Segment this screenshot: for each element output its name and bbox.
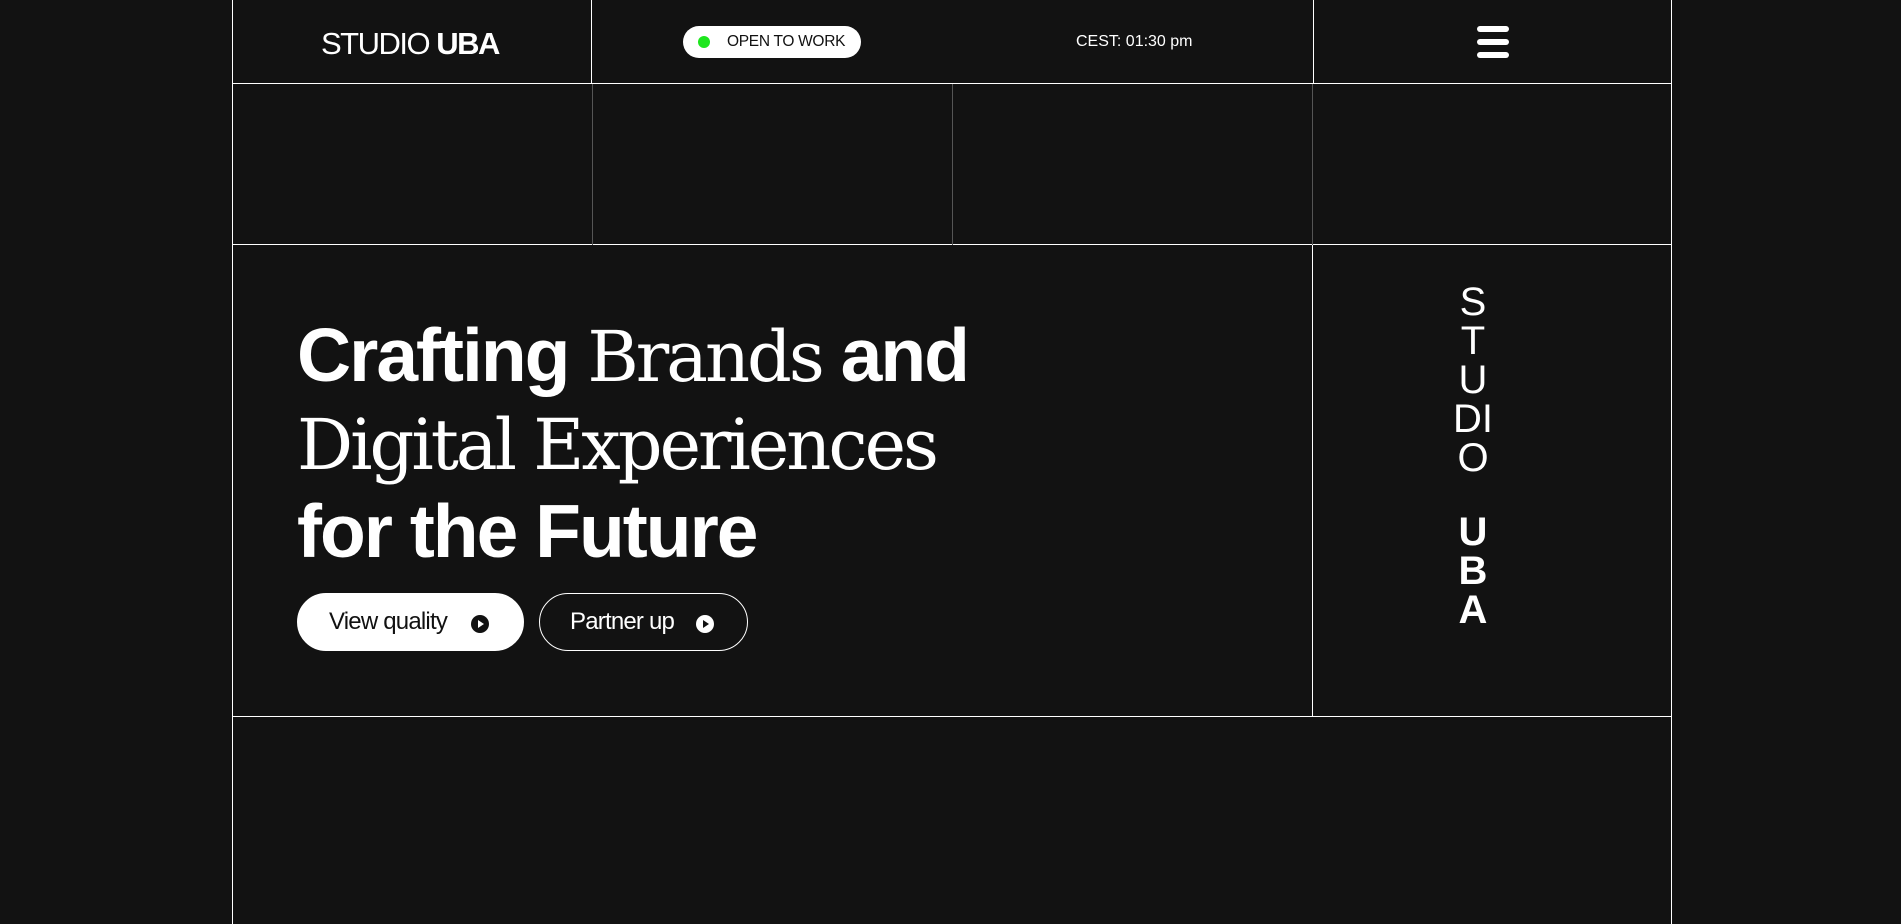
hero-section: Crafting Brands and Digital Experiences … bbox=[233, 245, 1672, 717]
menu-bar bbox=[1477, 39, 1509, 45]
header-divider bbox=[591, 0, 592, 84]
header-divider bbox=[1313, 0, 1314, 84]
grid-divider bbox=[592, 84, 593, 245]
partner-up-label: Partner up bbox=[570, 608, 675, 635]
partner-up-button[interactable]: Partner up bbox=[539, 593, 748, 651]
vertical-brand-studio: STUDIO bbox=[1453, 280, 1493, 480]
hamburger-menu-icon[interactable] bbox=[1475, 23, 1511, 61]
hero-divider bbox=[1312, 245, 1313, 716]
menu-bar bbox=[1477, 52, 1509, 58]
logo[interactable]: STUDIO UBA bbox=[321, 26, 500, 61]
hero-headline: Crafting Brands and Digital Experiences … bbox=[297, 312, 970, 574]
status-label: OPEN TO WORK bbox=[727, 33, 846, 50]
vertical-brand: STUDIO UBA bbox=[1453, 280, 1493, 632]
headline-digital-experiences: Digital Experiences bbox=[297, 404, 939, 486]
logo-light-text: STUDIO bbox=[321, 26, 437, 61]
local-time: CEST: 01:30 pm bbox=[1076, 33, 1193, 50]
play-circle-icon bbox=[696, 615, 714, 633]
view-quality-button[interactable]: View quality bbox=[297, 593, 524, 651]
headline-and: and bbox=[840, 313, 970, 397]
logo-bold-text: UBA bbox=[436, 26, 500, 61]
status-dot-icon bbox=[698, 36, 710, 48]
grid-divider bbox=[952, 84, 953, 245]
page-frame: STUDIO UBA OPEN TO WORK CEST: 01:30 pm C… bbox=[232, 0, 1672, 924]
view-quality-label: View quality bbox=[329, 608, 448, 635]
menu-bar bbox=[1477, 26, 1509, 32]
status-badge: OPEN TO WORK bbox=[683, 26, 862, 58]
site-header: STUDIO UBA OPEN TO WORK CEST: 01:30 pm bbox=[233, 0, 1672, 84]
grid-band bbox=[233, 84, 1672, 245]
grid-divider bbox=[1312, 84, 1313, 245]
headline-brands: Brands bbox=[587, 316, 824, 398]
headline-crafting: Crafting bbox=[297, 313, 570, 397]
vertical-brand-uba: UBA bbox=[1458, 510, 1488, 632]
headline-for-the-future: for the Future bbox=[297, 489, 758, 573]
play-circle-icon bbox=[471, 615, 489, 633]
